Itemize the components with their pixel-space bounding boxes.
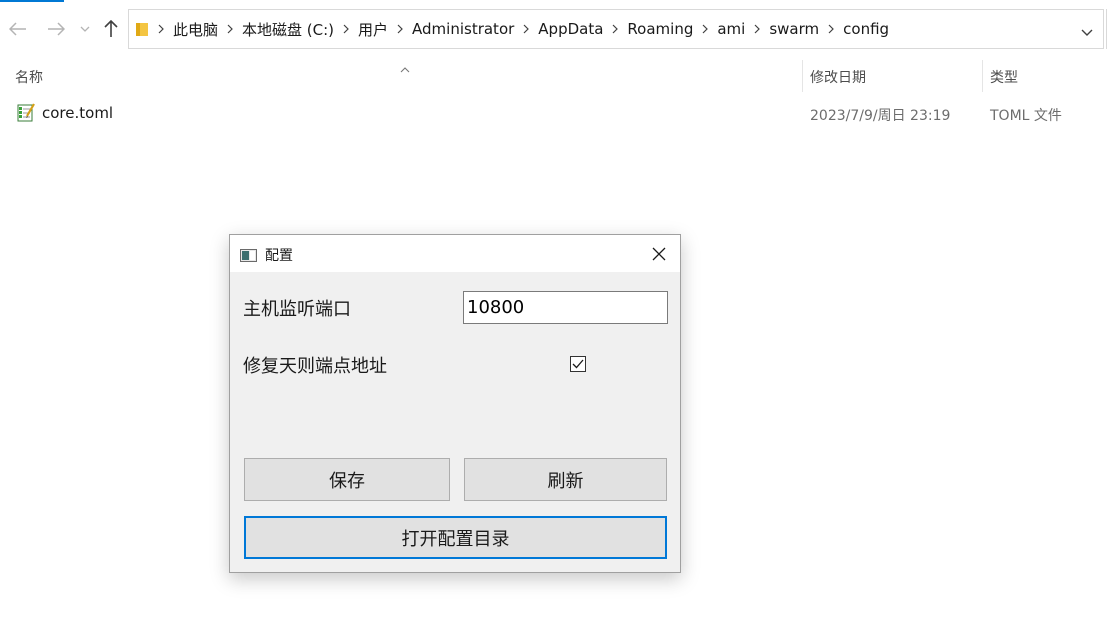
- breadcrumb-item[interactable]: AppData: [538, 20, 603, 38]
- save-button[interactable]: 保存: [244, 458, 450, 501]
- breadcrumb-separator-icon[interactable]: [693, 24, 717, 34]
- breadcrumb-separator-icon[interactable]: [603, 24, 627, 34]
- sort-ascending-icon: [400, 58, 410, 77]
- file-row[interactable]: core.toml 2023/7/9/周日 23:19 TOML 文件: [0, 100, 1120, 126]
- file-modified-date: 2023/7/9/周日 23:19: [810, 108, 951, 124]
- dialog-title: 配置: [265, 248, 293, 264]
- app-icon: [240, 247, 257, 262]
- breadcrumb-separator-icon[interactable]: [514, 24, 538, 34]
- fix-endpoint-checkbox[interactable]: [570, 356, 586, 372]
- file-type: TOML 文件: [990, 108, 1062, 124]
- column-divider[interactable]: [802, 60, 803, 92]
- column-modified-header[interactable]: 修改日期: [810, 67, 866, 87]
- breadcrumb: 此电脑 本地磁盘 (C:) 用户 Administrator AppData Roamin…: [149, 19, 889, 40]
- refresh-button[interactable]: [1106, 9, 1120, 49]
- column-name-header[interactable]: 名称: [15, 67, 43, 87]
- close-button[interactable]: [650, 245, 668, 263]
- back-button[interactable]: [7, 18, 29, 40]
- chevron-down-icon: [1081, 29, 1093, 36]
- navigation-bar: 此电脑 本地磁盘 (C:) 用户 Administrator AppData Roamin…: [0, 0, 1120, 58]
- fix-endpoint-label: 修复天则端点地址: [243, 356, 387, 377]
- column-divider[interactable]: [982, 60, 983, 92]
- port-label: 主机监听端口: [243, 299, 351, 320]
- breadcrumb-item[interactable]: swarm: [769, 20, 819, 38]
- address-bar[interactable]: 此电脑 本地磁盘 (C:) 用户 Administrator AppData Roamin…: [128, 9, 1104, 49]
- breadcrumb-item[interactable]: 用户: [358, 19, 388, 40]
- breadcrumb-separator-icon[interactable]: [745, 24, 769, 34]
- breadcrumb-item[interactable]: config: [843, 20, 889, 38]
- breadcrumb-item[interactable]: Administrator: [412, 20, 514, 38]
- column-header-row: 名称 修改日期 类型: [0, 58, 1120, 92]
- breadcrumb-item[interactable]: Roaming: [627, 20, 693, 38]
- open-config-dir-button[interactable]: 打开配置目录: [244, 516, 667, 559]
- chevron-down-icon: [80, 26, 90, 32]
- breadcrumb-separator-icon[interactable]: [819, 24, 843, 34]
- back-arrow-icon: [9, 22, 26, 36]
- breadcrumb-separator-icon[interactable]: [218, 24, 242, 34]
- folder-icon: [135, 21, 149, 37]
- recent-locations-button[interactable]: [75, 18, 95, 40]
- dialog-title-bar[interactable]: 配置: [230, 235, 680, 272]
- file-name: core.toml: [42, 104, 114, 122]
- forward-arrow-icon: [48, 22, 65, 36]
- refresh-button[interactable]: 刷新: [464, 458, 667, 501]
- config-dialog: 配置 主机监听端口 修复天则端点地址 保存 刷新 打开配置目录: [229, 234, 681, 573]
- port-input[interactable]: [463, 291, 668, 324]
- checkmark-icon: [572, 359, 584, 369]
- breadcrumb-item[interactable]: 本地磁盘 (C:): [242, 19, 334, 40]
- breadcrumb-item[interactable]: 此电脑: [173, 19, 218, 40]
- up-button[interactable]: [100, 18, 122, 40]
- breadcrumb-separator-icon[interactable]: [149, 24, 173, 34]
- up-arrow-icon: [104, 20, 118, 37]
- breadcrumb-separator-icon[interactable]: [388, 24, 412, 34]
- breadcrumb-separator-icon[interactable]: [334, 24, 358, 34]
- breadcrumb-item[interactable]: ami: [717, 20, 745, 38]
- address-history-dropdown[interactable]: [1081, 22, 1093, 41]
- close-icon: [652, 247, 666, 261]
- toml-file-icon: [17, 102, 35, 122]
- column-type-header[interactable]: 类型: [990, 67, 1018, 87]
- forward-button[interactable]: [45, 18, 67, 40]
